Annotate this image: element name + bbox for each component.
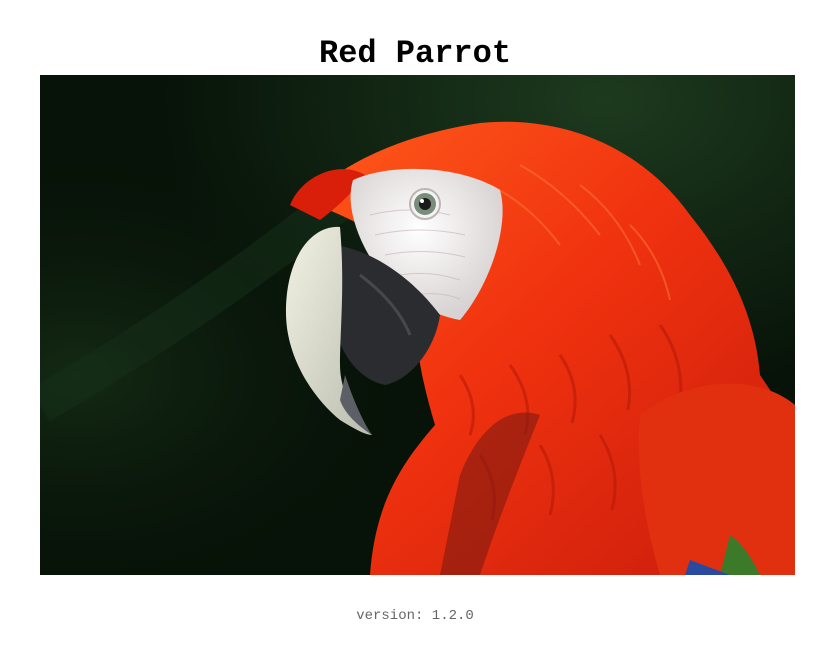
parrot-wing	[638, 383, 795, 575]
parrot-photo	[40, 75, 795, 575]
parrot-illustration	[40, 75, 795, 575]
version-label: version: 1.2.0	[356, 608, 474, 624]
parrot-eye	[409, 188, 441, 220]
page-title: Red Parrot	[318, 35, 512, 73]
